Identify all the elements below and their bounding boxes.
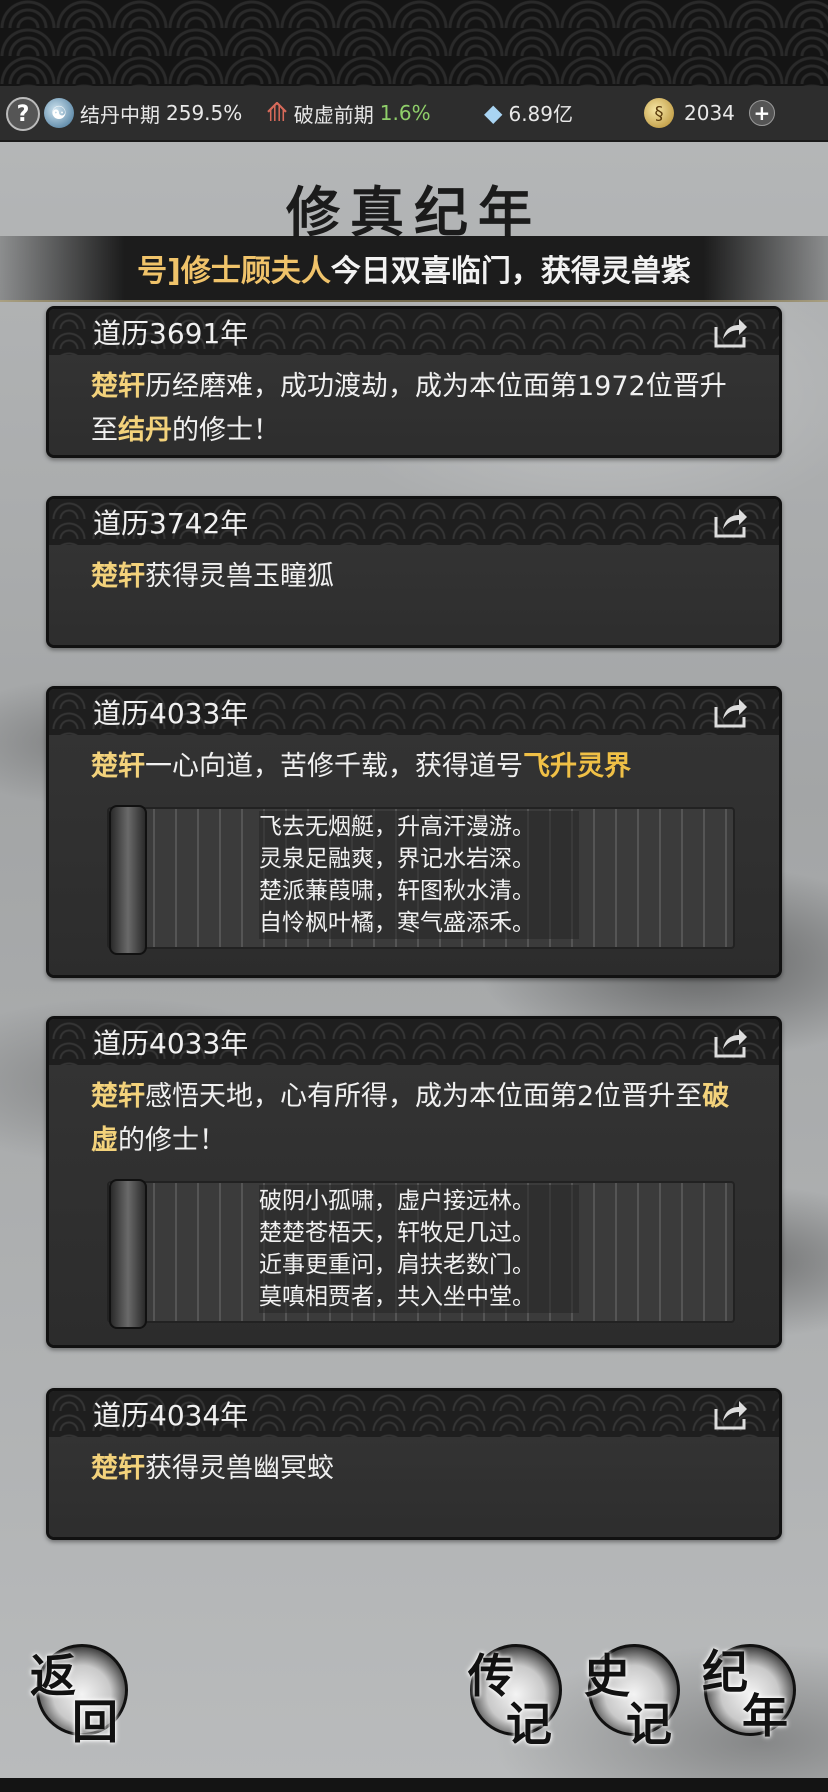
- event-year: 道历4034年: [93, 1399, 249, 1432]
- share-icon[interactable]: [713, 1397, 749, 1431]
- event-card: 道历4033年 楚轩一心向道，苦修千载，获得道号飞升灵界 飞去无烟艇，升高汗漫游…: [46, 686, 782, 978]
- event-year: 道历3691年: [93, 317, 249, 350]
- help-button[interactable]: ?: [6, 97, 40, 131]
- marquee-tail: 紫: [660, 254, 691, 289]
- event-text-part: 楚轩: [91, 371, 145, 402]
- event-text-part: 楚轩: [91, 561, 145, 592]
- poem-line: 莫嗔相贾者，共入坐中堂。: [259, 1284, 535, 1310]
- poem-text: 破阴小孤啸，虚户接远林。 楚楚苍梧天，轩牧足几过。 近事更重问，肩扶老数门。 莫…: [259, 1185, 579, 1313]
- share-icon[interactable]: [713, 1025, 749, 1059]
- poem-line: 破阴小孤啸，虚户接远林。: [259, 1188, 535, 1214]
- poem-text: 飞去无烟艇，升高汗漫游。 灵泉足融爽，界记水岩深。 楚派蒹葭啸，轩图秋水清。 自…: [259, 811, 579, 939]
- event-text-part: 结丹: [118, 415, 172, 446]
- event-year: 道历3742年: [93, 507, 249, 540]
- event-text-part: 获得灵兽幽冥蛟: [145, 1453, 334, 1484]
- event-text: 楚轩历经磨难，成功渡劫，成为本位面第1972位晋升至结丹的修士！: [49, 355, 779, 455]
- poem-scroll: 破阴小孤啸，虚户接远林。 楚楚苍梧天，轩牧足几过。 近事更重问，肩扶老数门。 莫…: [107, 1179, 735, 1329]
- event-text-part: 楚轩: [91, 1453, 145, 1484]
- share-icon[interactable]: [713, 695, 749, 729]
- marquee-prefix: 号]修士: [137, 254, 241, 289]
- history-label-1: 史: [584, 1649, 630, 1703]
- poem-line: 自怜枫叶橘，寒气盛添禾。: [259, 910, 535, 936]
- event-year: 道历4033年: [93, 697, 249, 730]
- event-text-part: 获得灵兽玉瞳狐: [145, 561, 334, 592]
- event-header: 道历3691年: [49, 309, 779, 355]
- history-label-2: 记: [626, 1697, 672, 1751]
- poem-scroll: 飞去无烟艇，升高汗漫游。 灵泉足融爽，界记水岩深。 楚派蒹葭啸，轩图秋水清。 自…: [107, 805, 735, 955]
- event-header: 道历4033年: [49, 689, 779, 735]
- breakthrough-label: 破虚前期: [293, 102, 374, 127]
- breakthrough-value: 1.6%: [379, 101, 431, 125]
- scroll-rod: [109, 805, 147, 955]
- event-card: 道历4033年 楚轩感悟天地，心有所得，成为本位面第2位晋升至破虚的修士！ 破阴…: [46, 1016, 782, 1348]
- poem-line: 近事更重问，肩扶老数门。: [259, 1252, 535, 1278]
- event-text-part: 感悟天地，心有所得，成为本位面第2位晋升至: [145, 1081, 703, 1112]
- realm-label: 结丹中期: [80, 102, 160, 127]
- marquee-name: 顾夫人: [240, 254, 331, 289]
- event-text-part: 楚轩: [91, 751, 145, 782]
- help-icon: ?: [16, 101, 30, 127]
- poem-line: 楚派蒹葭啸，轩图秋水清。: [259, 878, 535, 904]
- event-text: 楚轩获得灵兽玉瞳狐: [49, 545, 779, 645]
- poem-line: 灵泉足融爽，界记水岩深。: [259, 846, 535, 872]
- spirit-stone-icon: ◆: [484, 98, 503, 127]
- coin-icon: §: [644, 98, 674, 128]
- event-text-part: 的修士！: [118, 1125, 226, 1156]
- poem-line: 飞去无烟艇，升高汗漫游。: [259, 814, 535, 840]
- event-text-part: 的修士！: [172, 415, 280, 446]
- breakthrough-icon: ⟰: [266, 98, 288, 128]
- share-icon[interactable]: [713, 505, 749, 539]
- event-year: 道历4033年: [93, 1027, 249, 1060]
- back-label-2: 回: [72, 1695, 118, 1749]
- realm-value: 259.5%: [166, 101, 243, 125]
- coin-status[interactable]: § 2034 +: [644, 98, 775, 128]
- bottom-band: [0, 1778, 828, 1792]
- event-text-part: 一心向道，苦修千载，获得道号: [145, 751, 523, 782]
- event-text: 楚轩获得灵兽幽冥蛟: [49, 1437, 779, 1537]
- event-header: 道历3742年: [49, 499, 779, 545]
- realm-icon: ☯: [44, 98, 74, 128]
- event-card: 道历3742年 楚轩获得灵兽玉瞳狐: [46, 496, 782, 648]
- event-header: 道历4033年: [49, 1019, 779, 1065]
- event-header: 道历4034年: [49, 1391, 779, 1437]
- realm-status[interactable]: ☯ 结丹中期 259.5%: [44, 98, 242, 128]
- announcement-marquee: 号]修士 顾夫人 今日双喜临门，获得灵兽 紫: [0, 236, 828, 302]
- plus-icon[interactable]: +: [748, 100, 775, 126]
- scroll-rod: [109, 1179, 147, 1329]
- coin-value: 2034: [684, 101, 735, 125]
- event-text-part: 飞升灵界: [523, 751, 631, 782]
- top-wave-banner: [0, 0, 828, 86]
- biography-label-2: 记: [506, 1697, 552, 1751]
- spirit-stone-status[interactable]: ◆ 6.89亿: [484, 98, 573, 127]
- back-label-1: 返: [30, 1649, 76, 1703]
- event-card: 道历4034年 楚轩获得灵兽幽冥蛟: [46, 1388, 782, 1540]
- chronicle-label-2: 年: [742, 1689, 788, 1743]
- spirit-stone-value: 6.89亿: [508, 102, 573, 126]
- poem-line: 楚楚苍梧天，轩牧足几过。: [259, 1220, 535, 1246]
- status-bar: ? ☯ 结丹中期 259.5% ⟰ 破虚前期 1.6% ◆ 6.89亿 § 20…: [0, 86, 828, 142]
- breakthrough-status[interactable]: ⟰ 破虚前期 1.6%: [266, 98, 431, 128]
- share-icon[interactable]: [713, 315, 749, 349]
- marquee-text: 今日双喜临门，获得灵兽: [330, 254, 661, 289]
- event-card: 道历3691年 楚轩历经磨难，成功渡劫，成为本位面第1972位晋升至结丹的修士！: [46, 306, 782, 458]
- event-text-part: 楚轩: [91, 1081, 145, 1112]
